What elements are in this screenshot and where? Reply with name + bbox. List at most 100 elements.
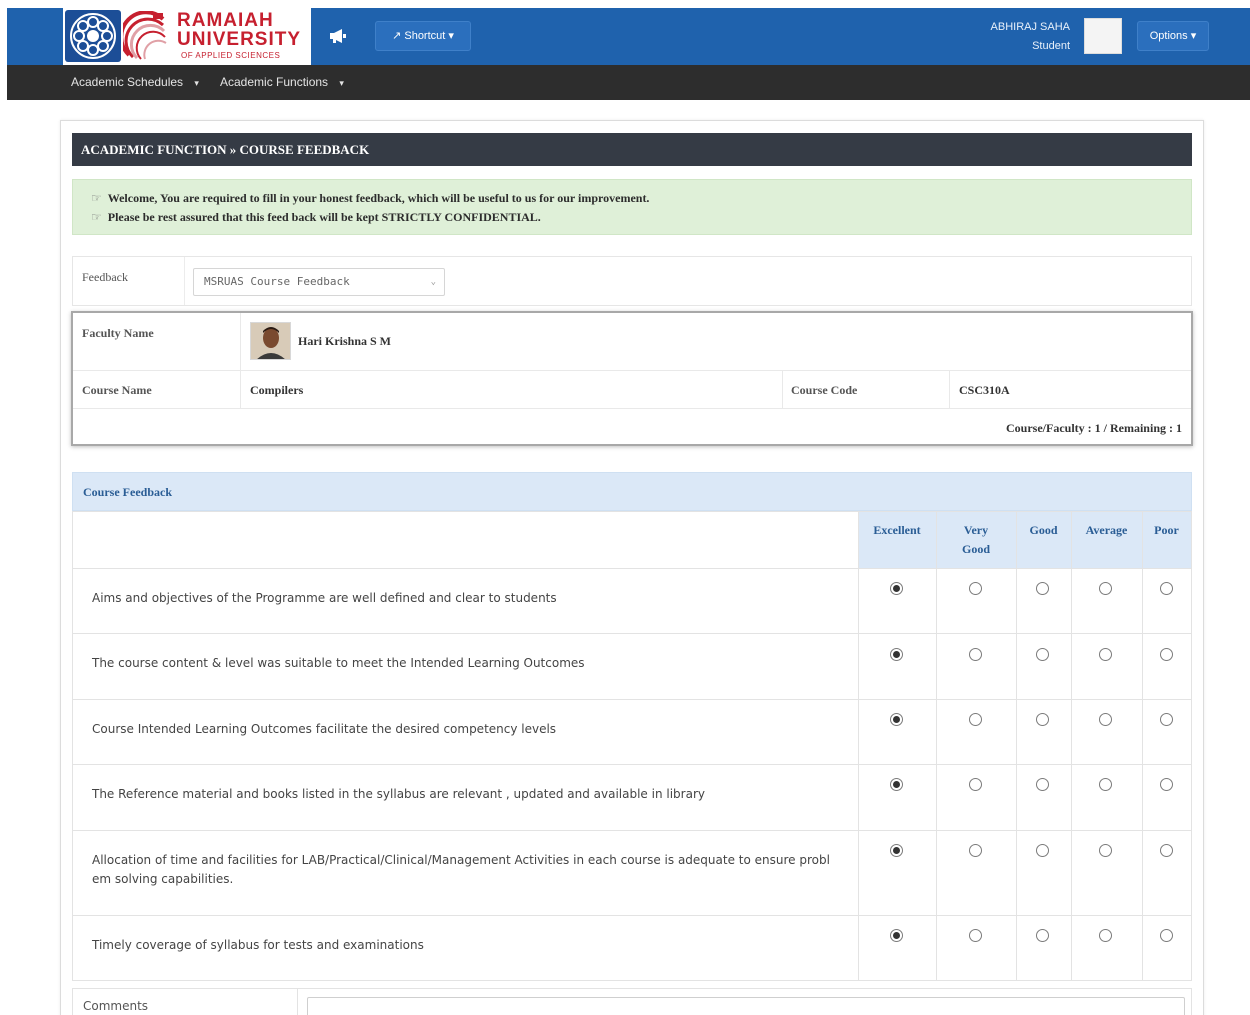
radio-very-good[interactable] [969, 713, 982, 726]
announcements-button[interactable] [323, 22, 353, 50]
rating-header-very-good: Very Good [936, 512, 1016, 568]
logo-title-line1: RAMAIAH [177, 10, 274, 31]
options-label: Options [1149, 30, 1188, 42]
pointing-hand-icon: ☞ [91, 191, 102, 205]
faculty-photo [250, 322, 291, 360]
faculty-info-card: Faculty Name Hari Krishna S M Course Nam… [71, 311, 1193, 446]
rating-header-good: Good [1016, 512, 1071, 568]
emblem-icon [65, 10, 121, 62]
question-row: The course content & level was suitable … [73, 633, 1191, 699]
course-feedback-header: Course Feedback [72, 472, 1192, 511]
radio-poor[interactable] [1160, 582, 1173, 595]
logo-subtitle: OF APPLIED SCIENCES [181, 51, 281, 60]
question-row: Course Intended Learning Outcomes facili… [73, 699, 1191, 764]
radio-excellent[interactable] [890, 844, 903, 857]
radio-excellent[interactable] [890, 778, 903, 791]
radio-good[interactable] [1036, 929, 1049, 942]
radio-good[interactable] [1036, 778, 1049, 791]
radio-average[interactable] [1099, 929, 1112, 942]
faculty-name: Hari Krishna S M [298, 334, 392, 348]
radio-poor[interactable] [1160, 648, 1173, 661]
shortcut-label: Shortcut [404, 30, 446, 42]
divider [782, 370, 783, 408]
nav-item-label: Academic Schedules [71, 75, 184, 89]
pointing-hand-icon: ☞ [91, 210, 102, 224]
logo-title-line2: UNIVERSITY [177, 29, 302, 50]
radio-poor[interactable] [1160, 844, 1173, 857]
external-link-icon: ↗ [392, 30, 402, 42]
chevron-down-icon: ⌄ [430, 277, 436, 287]
radio-average[interactable] [1099, 844, 1112, 857]
divider [949, 370, 950, 408]
radio-very-good[interactable] [969, 844, 982, 857]
divider [297, 989, 298, 1015]
feedback-select[interactable]: MSRUAS Course Feedback ⌄ [193, 268, 445, 296]
options-dropdown-button[interactable]: Options ▾ [1137, 21, 1209, 51]
course-name-label: Course Name [82, 383, 152, 397]
course-name: Compilers [250, 383, 304, 397]
radio-excellent[interactable] [890, 713, 903, 726]
rating-header-poor: Poor [1142, 512, 1191, 568]
radio-very-good[interactable] [969, 582, 982, 595]
nav-academic-schedules[interactable]: Academic Schedules ▾ [71, 65, 199, 100]
rating-header-excellent: Excellent [858, 512, 936, 568]
caret-down-icon: ▾ [448, 30, 454, 42]
user-role: Student [1032, 40, 1070, 52]
course-progress: Course/Faculty : 1 / Remaining : 1 [1006, 421, 1182, 435]
radio-average[interactable] [1099, 778, 1112, 791]
secondary-nav: Academic Schedules ▾ Academic Functions … [7, 65, 1250, 100]
course-code: CSC310A [959, 383, 1010, 397]
comments-textarea[interactable] [307, 997, 1185, 1015]
radio-excellent[interactable] [890, 648, 903, 661]
question-text: Course Intended Learning Outcomes facili… [92, 722, 557, 736]
radio-average[interactable] [1099, 713, 1112, 726]
feedback-label: Feedback [82, 270, 128, 284]
radio-average[interactable] [1099, 648, 1112, 661]
university-logo[interactable]: RAMAIAH UNIVERSITY OF APPLIED SCIENCES [63, 8, 311, 65]
radio-very-good[interactable] [969, 648, 982, 661]
question-text: Timely coverage of syllabus for tests an… [92, 938, 424, 952]
question-row: The Reference material and books listed … [73, 764, 1191, 830]
faculty-name-label: Faculty Name [82, 326, 154, 340]
rating-header-average: Average [1071, 512, 1142, 568]
info-alert: ☞ Welcome, You are required to fill in yo… [72, 179, 1192, 235]
feedback-selector-row: Feedback MSRUAS Course Feedback ⌄ [72, 256, 1192, 306]
radio-very-good[interactable] [969, 929, 982, 942]
radio-good[interactable] [1036, 582, 1049, 595]
course-feedback-table: Excellent Very Good Good Average Poor Ai… [72, 511, 1192, 981]
caret-down-icon: ▾ [194, 78, 199, 88]
question-text: Aims and objectives of the Programme are… [92, 591, 557, 605]
radio-good[interactable] [1036, 713, 1049, 726]
caret-down-icon: ▾ [1190, 30, 1197, 42]
question-text: The course content & level was suitable … [92, 656, 585, 670]
alert-text: Welcome, You are required to fill in you… [107, 191, 650, 205]
divider [240, 313, 241, 408]
megaphone-icon [330, 29, 346, 43]
alert-text: Please be rest assured that this feed ba… [107, 210, 541, 224]
shortcut-dropdown-button[interactable]: ↗ Shortcut ▾ [375, 21, 471, 51]
caret-down-icon: ▾ [339, 78, 344, 88]
question-row: Allocation of time and facilities for LA… [73, 830, 1191, 915]
page-title-bar: ACADEMIC FUNCTION » COURSE FEEDBACK [72, 133, 1192, 166]
alert-line: ☞ Please be rest assured that this feed b… [91, 208, 541, 226]
top-header: RAMAIAH UNIVERSITY OF APPLIED SCIENCES ↗… [7, 8, 1250, 65]
radio-poor[interactable] [1160, 929, 1173, 942]
nav-academic-functions[interactable]: Academic Functions ▾ [220, 65, 344, 100]
radio-excellent[interactable] [890, 929, 903, 942]
question-row: Aims and objectives of the Programme are… [73, 568, 1191, 633]
radio-good[interactable] [1036, 844, 1049, 857]
user-avatar[interactable] [1084, 18, 1122, 54]
radio-excellent[interactable] [890, 582, 903, 595]
radio-poor[interactable] [1160, 713, 1173, 726]
course-code-label: Course Code [791, 383, 858, 397]
question-text: The Reference material and books listed … [92, 787, 705, 801]
divider [184, 257, 185, 305]
user-name: ABHIRAJ SAHA [990, 21, 1070, 33]
radio-very-good[interactable] [969, 778, 982, 791]
radio-poor[interactable] [1160, 778, 1173, 791]
alert-line: ☞ Welcome, You are required to fill in yo… [91, 189, 649, 207]
comments-row: Comments [72, 988, 1192, 1015]
radio-good[interactable] [1036, 648, 1049, 661]
comments-label: Comments [83, 999, 149, 1013]
radio-average[interactable] [1099, 582, 1112, 595]
